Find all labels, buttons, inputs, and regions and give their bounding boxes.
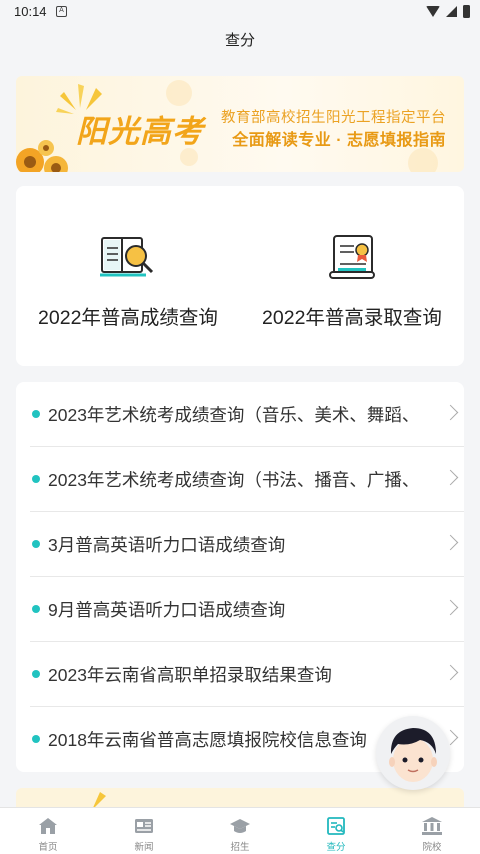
assistant-avatar-button[interactable] [376,716,450,790]
nav-label: 查分 [326,842,346,853]
book-magnifier-icon [100,237,154,277]
chevron-right-icon [442,664,459,681]
assistant-avatar-icon [389,728,437,782]
college-icon [422,817,442,835]
list-item[interactable]: 2023年云南省高职单招录取结果查询 [30,642,464,707]
list-item-label: 2018年云南省普高志愿填报院校信息查询 [48,730,367,750]
status-time: 10:14 [14,4,47,19]
banner-subtitle: 教育部高校招生阳光工程指定平台 [221,110,446,126]
bullet-dot [32,475,40,483]
score-query-label: 2022年普高成绩查询 [38,307,218,329]
sunflower-decor-icon [16,140,68,172]
decor-circle [166,80,192,106]
admission-query-label: 2022年普高录取查询 [262,307,442,329]
quick-query-card: 2022年普高成绩查询 2022年普高录取查询 [16,186,464,366]
news-icon [135,819,153,833]
nav-home[interactable]: 首页 [0,808,96,854]
graduation-cap-icon [230,819,250,833]
list-item-label: 2023年艺术统考成绩查询（书法、播音、广播、 [48,470,408,490]
bullet-dot [32,735,40,743]
nav-news[interactable]: 新闻 [96,808,192,854]
query-list: 2023年艺术统考成绩查询（音乐、美术、舞蹈、 2023年艺术统考成绩查询（书法… [16,382,464,772]
list-item-label: 9月普高英语听力口语成绩查询 [48,600,286,620]
bullet-dot [32,670,40,678]
bullet-dot [32,410,40,418]
admission-query-button[interactable]: 2022年普高录取查询 [240,186,464,366]
decor-circle [408,148,438,172]
bottom-nav: 首页 新闻 招生 查分 院校 [0,807,480,854]
chevron-right-icon [442,469,459,486]
list-item-label: 3月普高英语听力口语成绩查询 [48,535,286,555]
notification-icon: A [56,6,67,17]
nav-college[interactable]: 院校 [384,808,480,854]
bullet-dot [32,540,40,548]
wifi-icon [426,6,440,17]
banner-logo: 阳光高考 [76,114,204,150]
home-icon [39,818,57,834]
chevron-right-icon [442,534,459,551]
page-header: 查分 [0,24,480,60]
list-item[interactable]: 2023年艺术统考成绩查询（音乐、美术、舞蹈、 [30,382,464,447]
list-item[interactable]: 9月普高英语听力口语成绩查询 [30,577,464,642]
nav-score-query[interactable]: 查分 [288,808,384,854]
signal-icon [446,6,457,17]
score-query-button[interactable]: 2022年普高成绩查询 [16,186,240,366]
list-item-label: 2023年云南省高职单招录取结果查询 [48,665,332,685]
banner-slogan: 全面解读专业 · 志愿填报指南 [232,132,446,149]
nav-label: 招生 [230,842,250,853]
nav-label: 院校 [422,842,442,853]
score-query-icon [327,817,345,835]
list-item[interactable]: 2023年艺术统考成绩查询（书法、播音、广播、 [30,447,464,512]
nav-admission[interactable]: 招生 [192,808,288,854]
certificate-scroll-icon [329,235,375,279]
status-bar: 10:14 A [0,0,480,24]
battery-icon [463,5,470,18]
sunshine-gaokao-banner[interactable]: 阳光高考 教育部高校招生阳光工程指定平台 全面解读专业 · 志愿填报指南 [16,76,464,172]
list-item-label: 2023年艺术统考成绩查询（音乐、美术、舞蹈、 [48,405,408,425]
bullet-dot [32,605,40,613]
status-indicators [426,5,470,18]
chevron-right-icon [442,599,459,616]
list-item[interactable]: 3月普高英语听力口语成绩查询 [30,512,464,577]
chevron-right-icon [442,404,459,421]
page-title: 查分 [224,32,255,49]
nav-label: 新闻 [134,842,154,853]
nav-label: 首页 [38,842,58,853]
